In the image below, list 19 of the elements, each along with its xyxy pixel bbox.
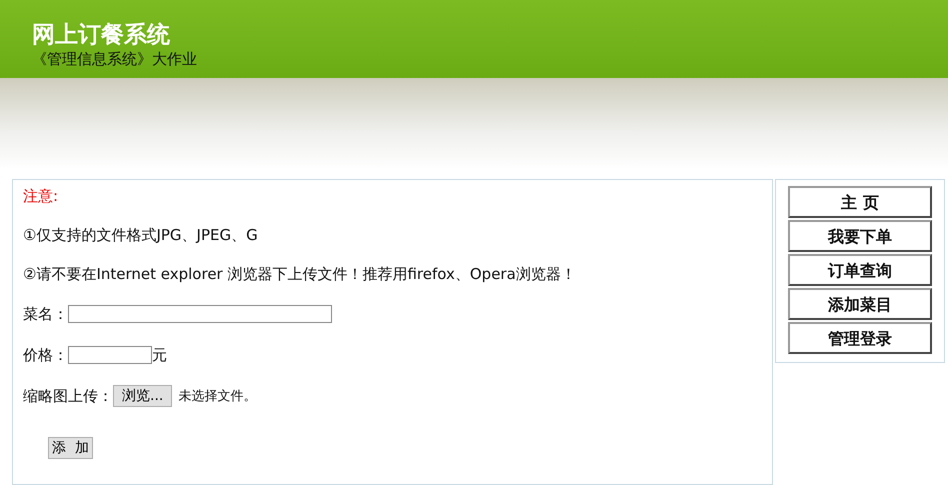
field-label: 价格： — [23, 346, 68, 364]
field-label: 菜名： — [23, 304, 68, 324]
price-field[interactable] — [68, 346, 152, 364]
nav-link[interactable]: 管理登录 — [788, 322, 932, 354]
field-label: 缩略图上传： — [23, 386, 113, 406]
file-status: 未选择文件。 — [178, 388, 256, 405]
nav-link[interactable]: 订单查询 — [788, 254, 932, 286]
dish-name-field[interactable] — [68, 305, 332, 323]
unit-label: 元 — [152, 346, 167, 364]
site-subtitle: 《管理信息系统》大作业 — [32, 50, 198, 68]
notice-text: ①仅支持的文件格式JPG、JPEG、G — [23, 225, 259, 245]
nav-link[interactable]: 我要下单 — [788, 220, 932, 252]
nav-link[interactable]: 添加菜目 — [788, 288, 932, 320]
browse-button[interactable]: 浏览... — [113, 385, 172, 407]
add-button[interactable]: 添 加 — [48, 437, 93, 459]
site-title: 网上订餐系统 — [32, 21, 171, 50]
nav-link[interactable]: 主 页 — [788, 186, 932, 218]
notice-heading: 注意: — [23, 186, 60, 206]
notice-text: ②请不要在Internet explorer 浏览器下上传文件！推荐用firefox、Opera浏览器！ — [23, 264, 577, 284]
